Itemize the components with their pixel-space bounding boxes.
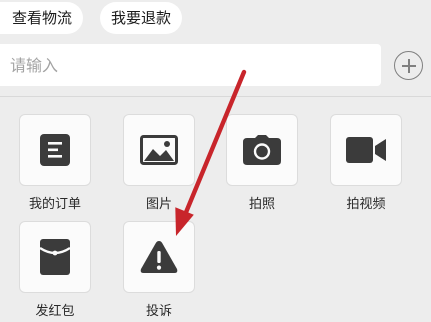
warning-icon [140,241,178,273]
panel-item-red-packet[interactable]: 发红包 [19,221,91,319]
camera-icon [243,135,281,165]
order-list-icon [40,134,70,166]
red-packet-icon [40,239,70,275]
panel-item-label: 我的订单 [28,197,81,212]
quick-action-bar: 查看物流 我要退款 [0,0,431,40]
message-input[interactable] [0,44,381,86]
panel-item-complaint[interactable]: 投诉 [123,221,195,319]
camera-tile[interactable] [226,114,298,186]
order-tile[interactable] [19,114,91,186]
panel-item-label: 图片 [145,197,172,212]
panel-item-photo[interactable]: 拍照 [226,114,298,212]
image-icon [140,135,178,165]
panel-item-orders[interactable]: 我的订单 [19,114,91,212]
track-logistics-chip[interactable]: 查看物流 [0,2,84,34]
panel-item-label: 拍视频 [346,197,386,212]
request-refund-chip[interactable]: 我要退款 [100,2,183,34]
panel-item-label: 发红包 [35,304,75,319]
panel-item-video[interactable]: 拍视频 [330,114,402,212]
panel-item-label: 投诉 [145,304,172,319]
image-tile[interactable] [123,114,195,186]
panel-item-images[interactable]: 图片 [123,114,195,212]
divider [0,96,431,97]
video-tile[interactable] [330,114,402,186]
video-camera-icon [346,137,386,163]
input-row [0,44,431,88]
plus-circle-icon[interactable] [394,51,423,80]
red-packet-tile[interactable] [19,221,91,293]
complaint-tile[interactable] [123,221,195,293]
panel-item-label: 拍照 [248,197,275,212]
